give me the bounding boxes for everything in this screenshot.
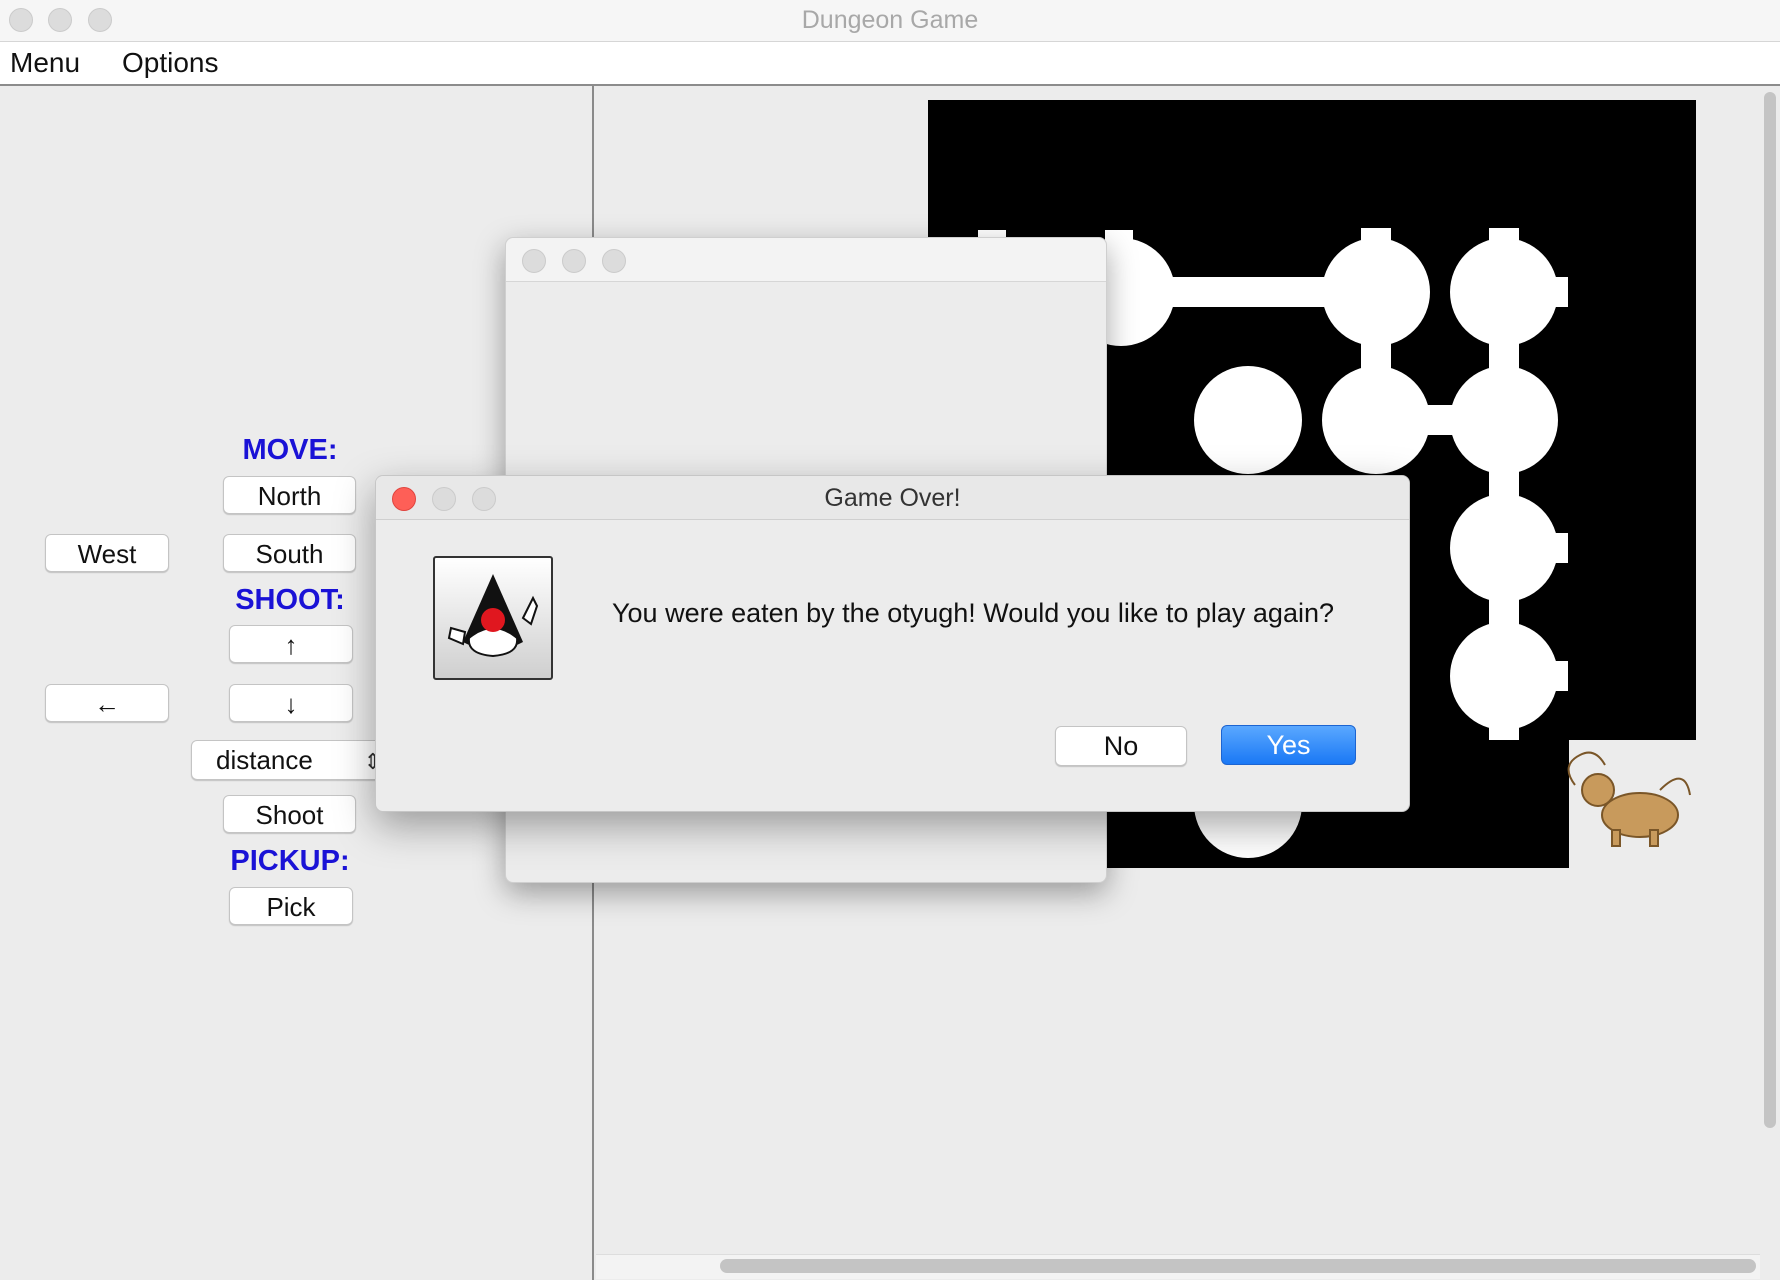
- vertical-scrollbar[interactable]: [1764, 92, 1776, 1128]
- horizontal-scrollbar[interactable]: [720, 1259, 1756, 1273]
- yes-button[interactable]: Yes: [1221, 725, 1356, 765]
- game-over-dialog: Game Over! You were eaten by the otyugh!…: [375, 475, 1410, 812]
- dialog-message: You were eaten by the otyugh! Would you …: [612, 598, 1334, 628]
- close-window-icon[interactable]: [522, 249, 546, 273]
- dialog-title: Game Over!: [824, 484, 961, 512]
- otyugh-monster-icon: [1567, 751, 1691, 847]
- map-cave: [1322, 238, 1430, 346]
- maximize-window-icon[interactable]: [602, 249, 626, 273]
- map-corridor: [1554, 533, 1568, 563]
- background-dialog-titlebar: [506, 238, 1106, 282]
- map-cave: [1450, 494, 1558, 602]
- map-corridor: [1554, 661, 1568, 691]
- minimize-window-icon[interactable]: [562, 249, 586, 273]
- map-cave: [1194, 366, 1302, 474]
- map-cave: [1450, 622, 1558, 730]
- java-duke-icon: [433, 556, 553, 680]
- map-corridor: [1489, 228, 1519, 248]
- dialog-titlebar: Game Over!: [376, 476, 1409, 520]
- map-corridor: [1150, 277, 1330, 307]
- map-cave: [1450, 238, 1558, 346]
- map-cave: [1322, 366, 1430, 474]
- map-corridor: [1554, 277, 1568, 307]
- no-button[interactable]: No: [1055, 726, 1187, 766]
- map-cave: [1450, 366, 1558, 474]
- map-corridor: [1361, 228, 1391, 248]
- map-corridor: [1489, 720, 1519, 740]
